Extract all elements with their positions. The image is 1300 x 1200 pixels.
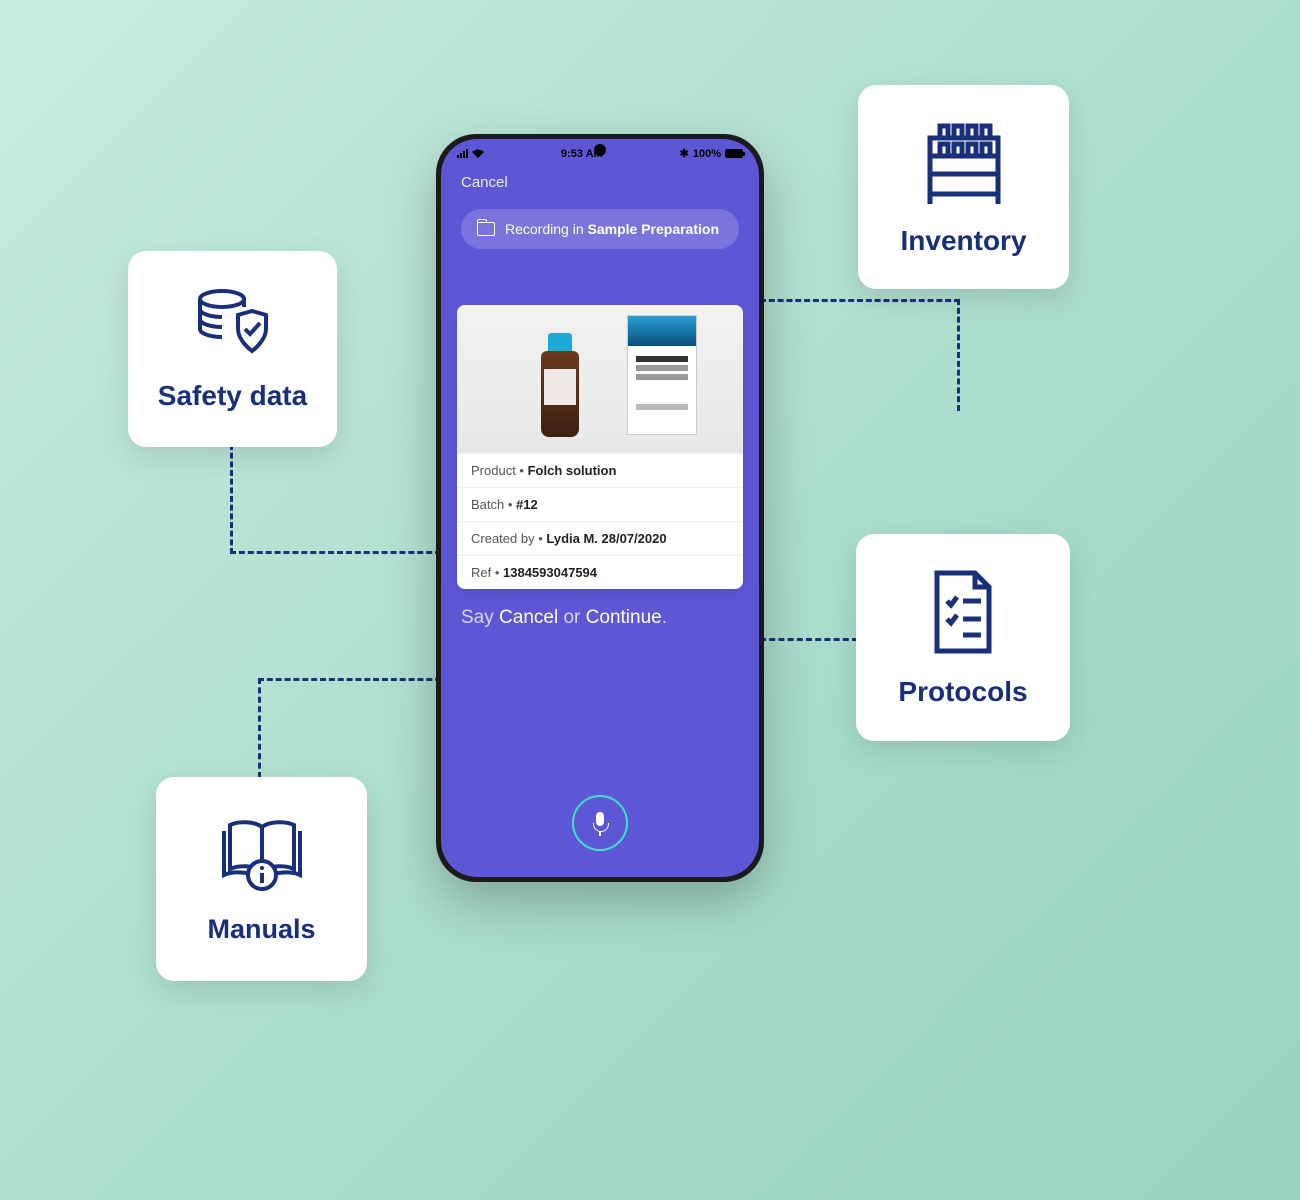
cancel-button[interactable]: Cancel [461,174,508,191]
connector-inventory [760,299,960,411]
card-safety-data[interactable]: Safety data [128,251,337,447]
book-info-icon [214,813,310,900]
app-header: Cancel [441,164,759,201]
row-label: Batch [471,497,504,512]
checklist-document-icon [927,567,999,662]
battery-icon [725,149,743,158]
recording-folder: Sample Preparation [588,221,720,237]
camera-notch [594,144,606,156]
card-label: Inventory [900,225,1026,257]
voice-hint-say: Say [461,607,494,628]
voice-hint-or: or [563,607,580,628]
card-inventory[interactable]: Inventory [858,85,1069,289]
card-label: Safety data [158,380,307,412]
bluetooth-icon: ✱ [680,147,689,160]
row-value: Folch solution [528,463,617,478]
product-row-batch: Batch • #12 [457,487,743,521]
row-value: 1384593047594 [503,565,597,580]
recording-prefix: Recording in [505,221,584,237]
row-label: Created by [471,531,535,546]
row-value: Lydia M. 28/07/2020 [546,531,666,546]
product-row-created: Created by • Lydia M. 28/07/2020 [457,521,743,555]
phone-frame: 9:53 AM ✱ 100% Cancel Recording in Sampl… [436,134,764,882]
voice-hint-continue: Continue [586,607,662,628]
battery-pct: 100% [693,148,721,160]
shelf-rack-icon [920,118,1008,211]
phone-screen: 9:53 AM ✱ 100% Cancel Recording in Sampl… [441,139,759,877]
row-label: Ref [471,565,491,580]
product-row-product: Product • Folch solution [457,453,743,487]
microphone-icon [592,812,608,834]
card-protocols[interactable]: Protocols [856,534,1070,741]
product-bottle-graphic [541,351,579,437]
microphone-button[interactable] [572,795,628,851]
voice-hint-end: . [662,607,667,628]
connector-safety [230,444,450,554]
recording-text: Recording in Sample Preparation [505,221,719,237]
card-label: Protocols [898,676,1027,708]
voice-hint-cancel: Cancel [499,607,558,628]
card-manuals[interactable]: Manuals [156,777,367,981]
signal-icon [457,149,468,158]
product-card: Product • Folch solution Batch • #12 Cre… [457,305,743,589]
folder-icon [477,222,495,236]
row-value: #12 [516,497,538,512]
card-label: Manuals [207,914,315,945]
connector-manuals [258,678,450,778]
wifi-icon [472,149,484,158]
recording-pill[interactable]: Recording in Sample Preparation [461,209,739,249]
product-row-ref: Ref • 1384593047594 [457,555,743,589]
product-image [457,305,743,453]
database-shield-icon [194,287,272,366]
product-box-graphic [627,315,697,435]
row-label: Product [471,463,516,478]
voice-hint: Say Cancel or Continue. [461,607,739,629]
